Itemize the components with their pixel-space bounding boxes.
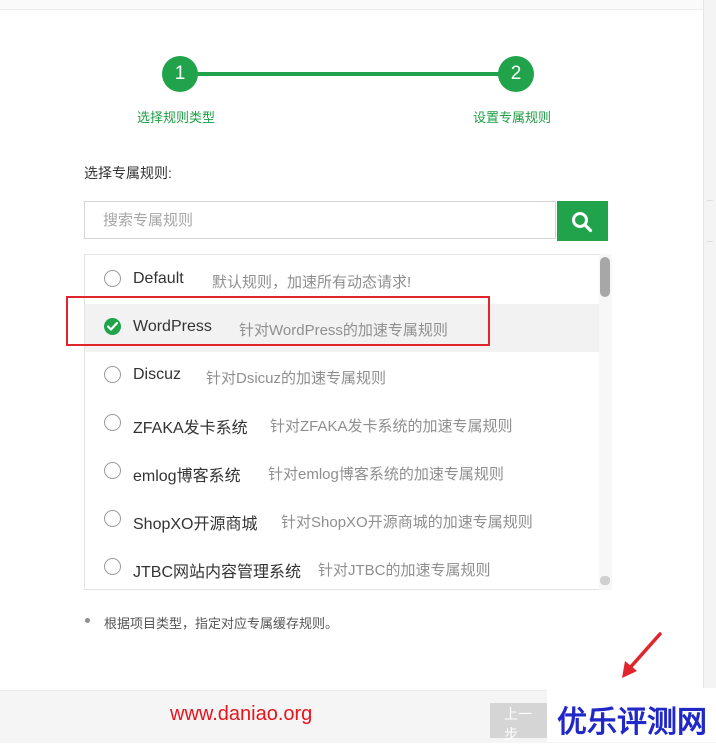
step-1-circle: 1: [162, 56, 198, 92]
rule-description: 针对JTBC的加速专属规则: [318, 562, 491, 579]
arrow-icon: [622, 632, 662, 678]
radio-button[interactable]: [104, 462, 121, 479]
rule-name: Default: [133, 270, 184, 287]
radio-button[interactable]: [104, 270, 121, 287]
watermark-url: www.daniao.org: [170, 703, 313, 725]
rule-name: Discuz: [133, 366, 182, 383]
bullet-dot: [85, 618, 90, 623]
background-page-edge: [703, 0, 716, 742]
search-icon: [572, 212, 593, 233]
search-button[interactable]: [557, 201, 608, 241]
rule-description: 针对ZFAKA发卡系统的加速专属规则: [270, 418, 513, 435]
step-2-circle: 2: [498, 56, 534, 92]
step-2-label: 设置专属规则: [473, 110, 552, 125]
step-1-label: 选择规则类型: [137, 110, 216, 125]
rule-description: 针对emlog博客系统的加速专属规则: [268, 466, 504, 483]
top-divider: [0, 0, 716, 10]
rule-description: 针对Dsicuz的加速专属规则: [206, 370, 387, 387]
section-label: 选择专属规则:: [84, 165, 172, 181]
rule-name: emlog博客系统: [133, 468, 241, 485]
radio-button[interactable]: [104, 366, 121, 383]
background-page-tick: [707, 200, 713, 242]
scrollbar-end: [600, 576, 610, 585]
rule-item-zfaka[interactable]: ZFAKA发卡系统 针对ZFAKA发卡系统的加速专属规则: [85, 400, 599, 448]
radio-button[interactable]: [104, 510, 121, 527]
rule-description: 默认规则，加速所有动态请求!: [212, 274, 412, 291]
rule-item-jtbc[interactable]: JTBC网站内容管理系统 针对JTBC的加速专属规则: [85, 544, 599, 589]
search-box: [84, 201, 556, 239]
stepper-progress-line: [180, 72, 516, 76]
annotation-highlight-box: [66, 296, 490, 346]
rule-item-emlog[interactable]: emlog博客系统 针对emlog博客系统的加速专属规则: [85, 448, 599, 496]
watermark-brand: 优乐评测网: [557, 706, 707, 739]
rule-name: JTBC网站内容管理系统: [133, 564, 302, 581]
rule-description: 针对ShopXO开源商城的加速专属规则: [281, 514, 533, 531]
help-note: 根据项目类型，指定对应专属缓存规则。: [104, 616, 339, 631]
radio-button[interactable]: [104, 558, 121, 575]
list-scrollbar[interactable]: [599, 254, 612, 590]
search-input[interactable]: [85, 202, 555, 238]
rule-name: ZFAKA发卡系统: [133, 420, 248, 437]
previous-step-button[interactable]: 上一步: [490, 703, 550, 742]
radio-button[interactable]: [104, 414, 121, 431]
rule-item-shopxo[interactable]: ShopXO开源商城 针对ShopXO开源商城的加速专属规则: [85, 496, 599, 544]
rule-name: ShopXO开源商城: [133, 516, 258, 533]
scrollbar-thumb[interactable]: [600, 257, 610, 297]
rule-item-discuz[interactable]: Discuz 针对Dsicuz的加速专属规则: [85, 352, 599, 400]
